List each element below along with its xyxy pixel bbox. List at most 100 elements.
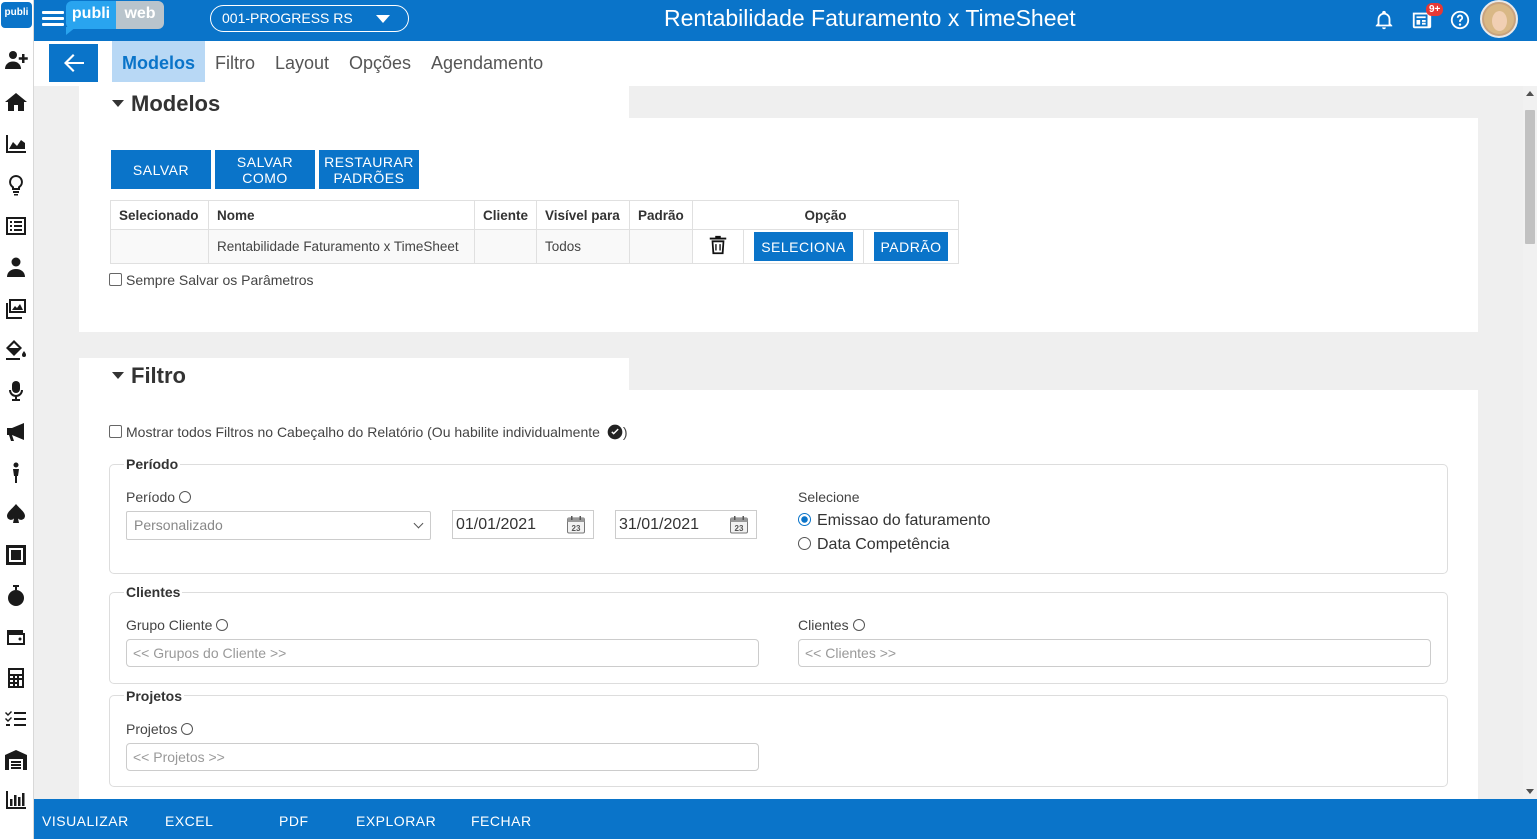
radio-emissao[interactable]: Emissao do faturamento xyxy=(798,512,990,530)
grupo-cliente-input[interactable]: << Grupos do Cliente >> xyxy=(126,639,759,667)
spade-icon[interactable] xyxy=(2,500,30,528)
menu-icon[interactable] xyxy=(42,8,64,30)
clientes-legend: Clientes xyxy=(124,584,183,600)
add-user-icon[interactable] xyxy=(2,46,30,74)
save-as-button[interactable]: SALVAR COMO xyxy=(215,150,315,189)
show-all-filters-checkbox[interactable] xyxy=(109,425,122,438)
tab-opcoes[interactable]: Opções xyxy=(339,41,421,82)
cell-selecionado[interactable] xyxy=(110,229,209,264)
vertical-scrollbar[interactable] xyxy=(1523,86,1537,799)
grupo-cliente-radio[interactable] xyxy=(216,619,229,631)
always-save-label: Sempre Salvar os Parâmetros xyxy=(126,272,314,288)
bell-icon[interactable] xyxy=(1371,7,1397,33)
child-icon[interactable] xyxy=(2,459,30,487)
bar-chart-icon[interactable] xyxy=(2,786,30,814)
tab-agendamento[interactable]: Agendamento xyxy=(421,41,553,82)
explorar-button[interactable]: EXPLORAR xyxy=(356,799,436,839)
list-icon[interactable] xyxy=(2,212,30,240)
projetos-label: Projetos xyxy=(126,721,194,737)
periodo-select-value: Personalizado xyxy=(134,517,223,533)
clientes-label-text: Clientes xyxy=(798,617,849,633)
col-padrao: Padrão xyxy=(629,200,694,230)
collapse-arrow-icon xyxy=(112,100,124,107)
pdf-button[interactable]: PDF xyxy=(279,799,309,839)
clientes-radio[interactable] xyxy=(852,619,865,631)
lightbulb-icon[interactable] xyxy=(2,171,30,199)
radio-competencia[interactable]: Data Competência xyxy=(798,536,950,554)
chevron-down-icon xyxy=(413,518,424,529)
select-model-button[interactable]: SELECIONA xyxy=(754,232,854,261)
paint-bucket-icon[interactable] xyxy=(2,336,30,364)
periodo-select[interactable]: Personalizado xyxy=(126,511,431,540)
periodo-toggle-radio[interactable] xyxy=(179,491,192,503)
content-area: Modelos SALVAR SALVAR COMO RESTAURAR PAD… xyxy=(34,86,1523,799)
cell-visivel: Todos xyxy=(536,229,631,264)
scroll-down-icon[interactable] xyxy=(1526,789,1534,794)
wallet-icon[interactable] xyxy=(2,623,30,651)
always-save-option[interactable]: Sempre Salvar os Parâmetros xyxy=(109,272,314,288)
clientes-input[interactable]: << Clientes >> xyxy=(798,639,1431,667)
projetos-radio[interactable] xyxy=(181,723,194,735)
filtro-panel: Filtro Mostrar todos Filtros no Cabeçalh… xyxy=(79,358,1478,799)
company-select[interactable]: 001-PROGRESS RS xyxy=(210,5,409,32)
selecione-label: Selecione xyxy=(798,489,860,505)
set-default-button[interactable]: PADRÃO xyxy=(874,232,949,261)
col-opcao: Opção xyxy=(692,200,960,230)
stopwatch-icon[interactable] xyxy=(2,582,30,610)
tab-layout[interactable]: Layout xyxy=(265,41,339,82)
cell-nome: Rentabilidade Faturamento x TimeSheet xyxy=(208,229,475,264)
user-tie-icon[interactable] xyxy=(2,253,30,281)
calendar-icon[interactable]: 23 xyxy=(729,515,749,535)
notification-badge: 9+ xyxy=(1426,3,1444,16)
scroll-up-icon[interactable] xyxy=(1526,91,1534,96)
projetos-input[interactable]: << Projetos >> xyxy=(126,743,759,771)
scroll-thumb[interactable] xyxy=(1525,110,1535,244)
modelos-section-header[interactable]: Modelos xyxy=(79,86,629,119)
calendar-icon[interactable]: 23 xyxy=(566,515,586,535)
collapse-arrow-icon xyxy=(112,372,124,379)
show-all-filters-option[interactable]: Mostrar todos Filtros no Cabeçalho do Re… xyxy=(109,424,627,440)
excel-button[interactable]: EXCEL xyxy=(165,799,213,839)
back-button[interactable] xyxy=(49,44,98,82)
restore-defaults-button[interactable]: RESTAURAR PADRÕES xyxy=(319,150,419,189)
publi-logo[interactable]: publi xyxy=(1,2,32,28)
periodo-label-text: Período xyxy=(126,489,176,505)
area-chart-icon[interactable] xyxy=(2,130,30,158)
col-cliente: Cliente xyxy=(473,200,538,230)
square-icon[interactable] xyxy=(2,541,30,569)
save-button[interactable]: SALVAR xyxy=(111,150,211,189)
calculator-icon[interactable] xyxy=(2,664,30,692)
col-visivel: Visível para xyxy=(536,200,631,230)
publiweb-logo[interactable]: publi web xyxy=(66,1,164,35)
page-title: Rentabilidade Faturamento x TimeSheet xyxy=(664,5,1076,31)
clientes-label: Clientes xyxy=(798,617,865,633)
cell-select: SELECIONA xyxy=(743,229,865,264)
visualizar-button[interactable]: VISUALIZAR xyxy=(42,799,129,839)
radio-competencia-input[interactable] xyxy=(798,537,811,550)
models-table: Selecionado Nome Cliente Visível para Pa… xyxy=(110,200,960,264)
home-icon[interactable] xyxy=(2,88,30,116)
avatar-face xyxy=(1492,11,1507,31)
microphone-icon[interactable] xyxy=(2,377,30,405)
checklist-icon[interactable] xyxy=(2,705,30,733)
bottom-action-bar: VISUALIZAR EXCEL PDF EXPLORAR FECHAR xyxy=(34,799,1537,839)
brand-right: web xyxy=(116,1,164,29)
always-save-checkbox[interactable] xyxy=(109,273,122,286)
tab-filtro[interactable]: Filtro xyxy=(205,41,265,82)
images-icon[interactable] xyxy=(2,295,30,323)
filtro-section-header[interactable]: Filtro xyxy=(79,358,629,391)
periodo-legend: Período xyxy=(124,456,181,472)
trash-icon[interactable] xyxy=(707,234,729,256)
date-to-input[interactable]: 31/01/2021 23 xyxy=(615,510,757,539)
avatar[interactable] xyxy=(1480,0,1518,38)
radio-emissao-input[interactable] xyxy=(798,513,811,526)
date-from-input[interactable]: 01/01/2021 23 xyxy=(452,510,594,539)
fechar-button[interactable]: FECHAR xyxy=(471,799,532,839)
help-icon[interactable] xyxy=(1447,7,1473,33)
check-circle-icon xyxy=(607,424,623,440)
megaphone-icon[interactable] xyxy=(2,418,30,446)
warehouse-icon[interactable] xyxy=(2,746,30,774)
modelos-panel: Modelos SALVAR SALVAR COMO RESTAURAR PAD… xyxy=(79,86,1478,332)
table-row[interactable]: Rentabilidade Faturamento x TimeSheet To… xyxy=(110,229,960,264)
tab-modelos[interactable]: Modelos xyxy=(112,41,206,82)
